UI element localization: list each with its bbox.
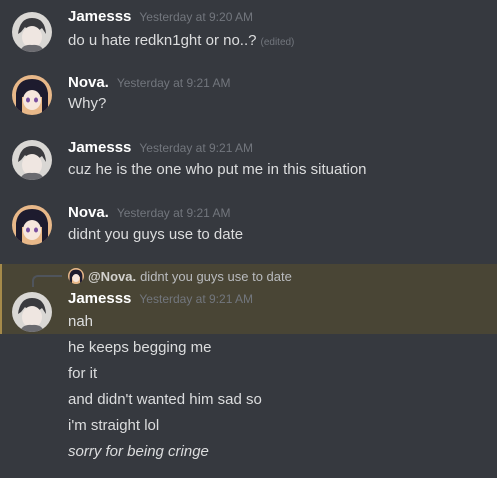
jamesss-avatar[interactable] [12,12,52,52]
username[interactable]: Nova. [68,204,109,221]
message-header: Jamesss Yesterday at 9:20 AM [68,8,253,28]
timestamp: Yesterday at 9:21 AM [116,76,231,90]
message-line: do u hate redkn1ght or no..? [68,32,257,49]
message-line: Why? [68,95,107,112]
timestamp: Yesterday at 9:21 AM [139,141,254,155]
reply-connector [32,275,62,287]
message-line: i'm straight lol [68,417,160,434]
message-line: didnt you guys use to date [68,226,244,243]
message-line: nah [68,313,94,330]
message-text: do u hate redkn1ght or no..? (edited) [68,31,294,53]
timestamp: Yesterday at 9:21 AM [139,292,254,306]
nova-avatar[interactable] [12,205,52,245]
message-line: for it [68,365,98,382]
timestamp: Yesterday at 9:21 AM [116,206,231,220]
message-line: and didn't wanted him sad so [68,391,262,408]
nova-avatar[interactable] [12,75,52,115]
jamesss-avatar[interactable] [12,292,52,332]
username[interactable]: Jamesss [68,290,131,307]
reply-username[interactable]: @Nova. [88,269,136,284]
message-header: Jamesss Yesterday at 9:21 AM [68,290,253,310]
username[interactable]: Jamesss [68,139,131,156]
message-header: Nova. Yesterday at 9:21 AM [68,204,231,224]
mention-highlight-bar [0,264,2,334]
username[interactable]: Jamesss [68,8,131,25]
reply-preview[interactable]: @Nova. didnt you guys use to date [68,267,292,285]
jamesss-avatar[interactable] [12,140,52,180]
message-line: cuz he is the one who put me in this sit… [68,161,367,178]
chat-messages: Jamesss Yesterday at 9:20 AM do u hate r… [0,0,497,478]
nova-reply-avatar [68,268,84,284]
message-line: sorry for being cringe [68,443,209,460]
reply-text: didnt you guys use to date [140,268,292,284]
message-line: he keeps begging me [68,339,212,356]
edited-label: (edited) [260,37,295,48]
username[interactable]: Nova. [68,74,109,91]
message-header: Nova. Yesterday at 9:21 AM [68,74,231,94]
message-header: Jamesss Yesterday at 9:21 AM [68,139,253,159]
timestamp: Yesterday at 9:20 AM [139,10,254,24]
